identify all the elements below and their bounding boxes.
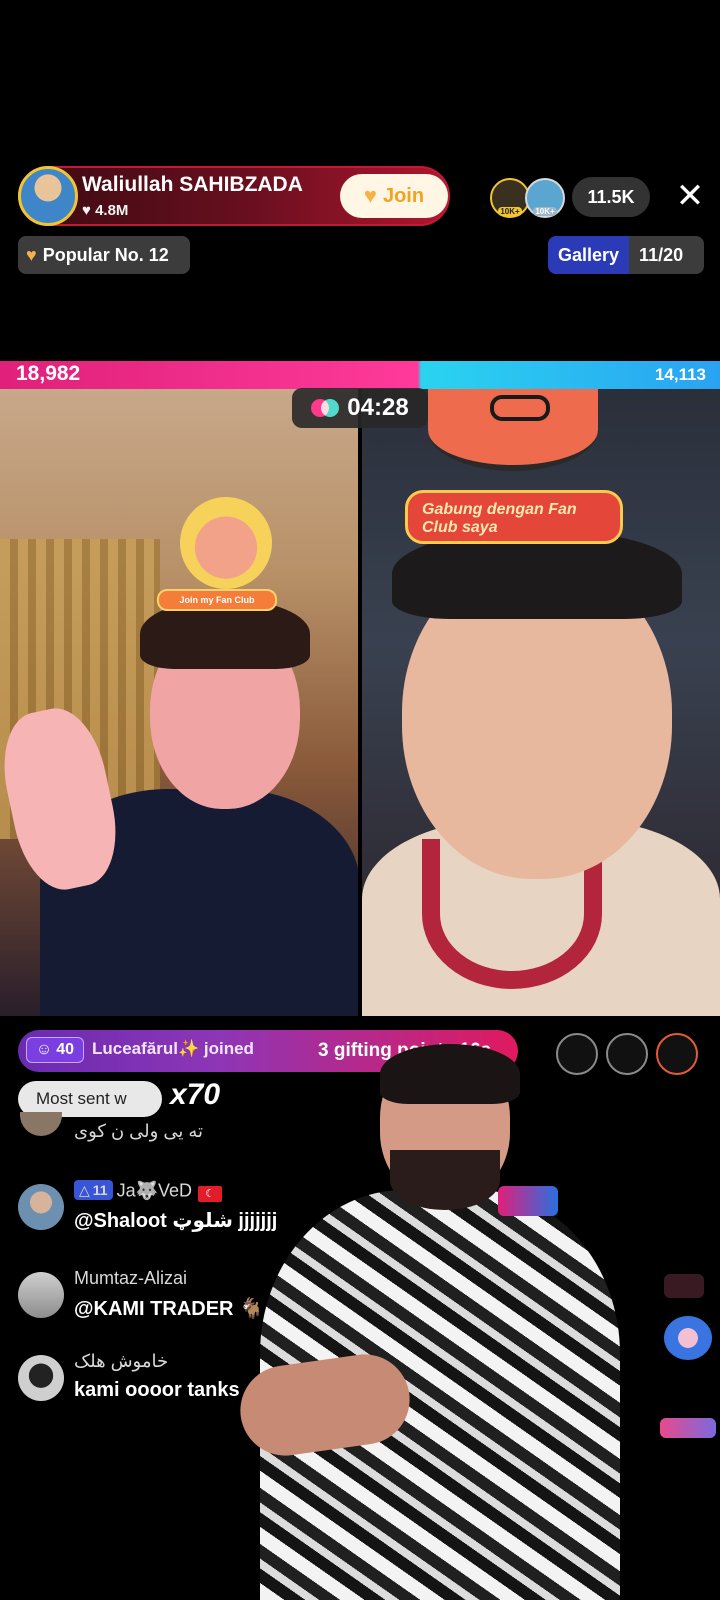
level-icon: ☺ [35,1041,53,1058]
fan-club-mascot-left[interactable] [180,497,272,589]
floating-gift-effect [498,1186,558,1216]
floating-gift-effect [664,1316,712,1360]
gift-sticker-person [220,1030,640,1600]
floating-gift-effect [664,1274,704,1298]
chat-message: kami oooor tanks [74,1379,240,1401]
top-viewer-badge-1: 10K+ [498,207,522,216]
popular-rank-label: Popular No. 12 [42,244,169,265]
user-level-badge: ☺ 40 [26,1037,84,1063]
top-viewer-badge-2: 10K+ [533,207,557,216]
battle-icon [311,399,340,417]
chat-username[interactable]: △ 11 Ja🐺VeD ☾ [74,1180,223,1202]
chat-username-text: Ja🐺VeD [116,1180,193,1201]
popular-rank-tag[interactable]: ♥ Popular No. 12 [18,236,190,274]
join-label: Join [382,184,425,207]
sticker-beard [390,1150,500,1210]
battle-score-bar [0,361,720,389]
hearts-icon: ♥ [363,183,377,208]
mascot-glasses-icon [490,395,550,421]
triangle-icon: △ [79,1181,90,1198]
viewer-count[interactable]: 11.5K [572,177,650,217]
top-viewer-avatar-2[interactable]: 10K+ [525,178,565,218]
floating-gift-effect [660,1418,716,1438]
top-viewer-avatar-1[interactable]: 10K+ [490,178,530,218]
fan-club-sticker-right[interactable]: Gabung dengan Fan Club saya [405,490,623,544]
gift-multiplier: x70 [170,1078,221,1111]
chat-username[interactable]: خاموش هلک [74,1351,168,1372]
host-likes: ♥ 4.8M [82,202,128,219]
battle-left-score: 18,982 [16,362,81,385]
chat-avatar[interactable] [18,1272,64,1318]
heart-icon: ♥ [82,202,91,219]
gallery-label: Gallery [548,236,630,274]
battle-timer: 04:28 [292,388,428,428]
close-button[interactable]: ✕ [672,176,708,216]
gallery-tag[interactable]: Gallery 11/20 [548,236,704,274]
join-fan-club-button[interactable]: ♥ Join [340,174,448,218]
host-name: Waliullah SAHIBZADA [82,173,303,196]
level-value: 40 [56,1041,75,1058]
broken-heart-icon: ♥ [26,244,37,265]
ranked-viewer-avatar-3[interactable] [656,1033,698,1075]
battle-right-score: 14,113 [654,365,706,384]
chat-level-value: 11 [92,1182,108,1198]
chat-avatar[interactable] [18,1355,64,1401]
right-video-stream[interactable] [362,389,720,1016]
chat-message: ته یی ولی ن کوی [74,1121,204,1141]
chat-avatar[interactable] [18,1184,64,1230]
gallery-count: 11/20 [639,244,684,265]
host-likes-count: 4.8M [95,202,129,219]
fan-club-sticker-left[interactable]: Join my Fan Club [157,589,277,611]
chat-username[interactable]: Mumtaz-Alizai [74,1268,187,1289]
sticker-hair [380,1044,520,1104]
left-video-stream[interactable] [0,389,358,1016]
host-avatar[interactable] [18,166,78,226]
battle-timer-value: 04:28 [347,394,409,421]
turkey-flag-icon: ☾ [198,1185,223,1202]
chat-level-badge: △ 11 [74,1180,113,1200]
